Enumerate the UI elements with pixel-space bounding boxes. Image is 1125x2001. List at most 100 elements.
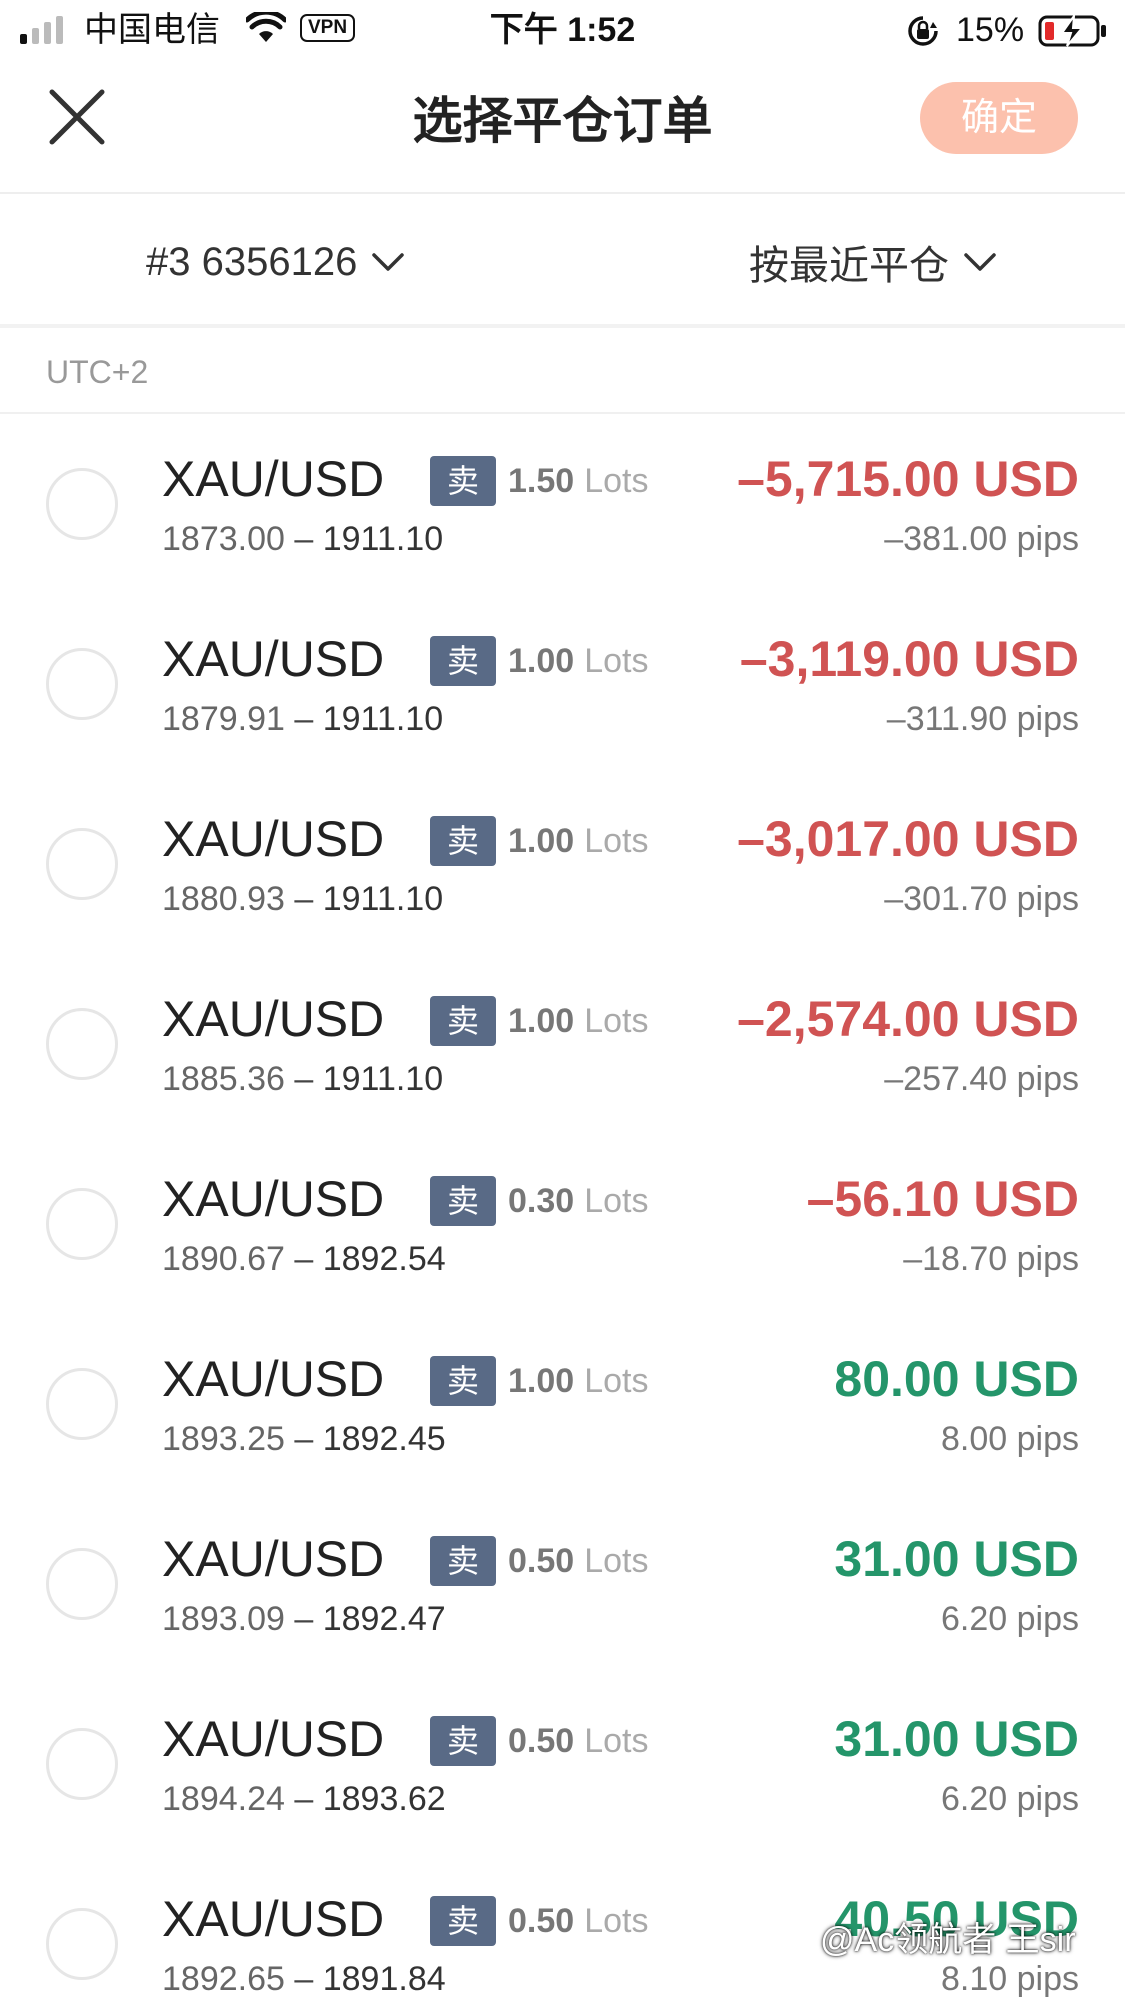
side-badge: 卖 — [430, 456, 496, 506]
profit-loss: 31.00 USD — [834, 1531, 1079, 1587]
lot-unit: Lots — [584, 1542, 649, 1580]
select-radio[interactable] — [46, 648, 118, 720]
close-price: 1892.47 — [322, 1600, 446, 1638]
order-row[interactable]: XAU/USD 卖 0.50 Lots 1893.09 – 1892.47 31.… — [0, 1494, 1125, 1674]
open-price: 1890.67 — [162, 1240, 285, 1278]
open-price: 1873.00 — [162, 520, 285, 558]
pips-value: –301.70 pips — [884, 880, 1079, 918]
open-price: 1879.91 — [162, 700, 285, 738]
profit-loss: 31.00 USD — [834, 1711, 1079, 1767]
select-radio[interactable] — [46, 468, 118, 540]
order-row[interactable]: XAU/USD 卖 1.00 Lots 1880.93 – 1911.10 –3,… — [0, 774, 1125, 954]
close-price: 1911.10 — [322, 1060, 444, 1098]
select-radio[interactable] — [46, 1188, 118, 1260]
side-badge: 卖 — [430, 1716, 496, 1766]
orientation-lock-icon — [908, 16, 938, 46]
side-badge: 卖 — [430, 636, 496, 686]
lot-unit: Lots — [584, 1722, 649, 1760]
pips-value: –257.40 pips — [884, 1060, 1079, 1098]
vpn-badge: VPN — [300, 14, 356, 42]
select-radio[interactable] — [46, 1548, 118, 1620]
watermark: @Ac领航者 王sir — [776, 1918, 1076, 1962]
side-badge: 卖 — [430, 996, 496, 1046]
price-separator: – — [294, 1060, 314, 1098]
order-lots: 0.50 Lots — [508, 1538, 648, 1584]
price-separator: – — [294, 700, 314, 738]
order-lots: 1.00 Lots — [508, 998, 648, 1044]
battery-percent: 15% — [956, 11, 1025, 49]
order-row[interactable]: XAU/USD 卖 1.00 Lots 1893.25 – 1892.45 80.… — [0, 1314, 1125, 1494]
select-radio[interactable] — [46, 1728, 118, 1800]
weibo-logo-icon — [779, 1924, 814, 1955]
lot-unit: Lots — [584, 1002, 649, 1040]
watermark-text: @Ac领航者 王sir — [820, 1921, 1076, 1959]
battery-charging-icon — [1038, 14, 1106, 47]
order-row[interactable]: XAU/USD 卖 1.50 Lots 1873.00 – 1911.10 –5,… — [0, 414, 1125, 594]
price-separator: – — [294, 880, 314, 918]
pips-value: 6.20 pips — [941, 1600, 1079, 1638]
price-separator: – — [294, 1960, 314, 1998]
order-lots: 1.00 Lots — [508, 818, 648, 864]
lot-unit: Lots — [584, 462, 649, 500]
order-prices: 1892.65 – 1891.84 — [162, 1958, 446, 2000]
status-bar: 中国电信 VPN 下午 1:52 15% — [0, 0, 1125, 62]
sort-label: 按最近平仓 — [749, 244, 949, 288]
profit-loss: –3,119.00 USD — [739, 631, 1079, 687]
confirm-button[interactable]: 确定 — [920, 82, 1078, 154]
signal-strength-icon — [20, 16, 63, 44]
open-price: 1893.25 — [162, 1420, 285, 1458]
pips-value: –18.70 pips — [903, 1240, 1079, 1278]
pips-value: 8.00 pips — [941, 1420, 1079, 1458]
profit-loss: –3,017.00 USD — [737, 811, 1079, 867]
price-separator: – — [294, 1600, 314, 1638]
timezone-label: UTC+2 — [46, 354, 149, 390]
lot-size: 1.00 — [508, 642, 575, 680]
pips-value: –311.90 pips — [886, 700, 1079, 738]
order-row[interactable]: XAU/USD 卖 0.30 Lots 1890.67 – 1892.54 –56… — [0, 1134, 1125, 1314]
profit-loss: 80.00 USD — [834, 1351, 1079, 1407]
order-symbol: XAU/USD — [162, 1891, 385, 1947]
chevron-down-icon — [964, 253, 996, 271]
carrier-name: 中国电信 — [84, 11, 220, 49]
order-prices: 1893.25 – 1892.45 — [162, 1418, 446, 1460]
order-row[interactable]: XAU/USD 卖 0.50 Lots 1894.24 – 1893.62 31.… — [0, 1674, 1125, 1854]
sort-selector[interactable]: 按最近平仓 — [749, 234, 997, 290]
close-price: 1911.10 — [322, 520, 444, 558]
wifi-icon — [246, 12, 286, 42]
side-badge: 卖 — [430, 1356, 496, 1406]
select-radio[interactable] — [46, 1908, 118, 1980]
select-radio[interactable] — [46, 1008, 118, 1080]
open-price: 1894.24 — [162, 1780, 285, 1818]
order-lots: 0.50 Lots — [508, 1718, 648, 1764]
chevron-down-icon — [372, 253, 405, 271]
open-price: 1880.93 — [162, 880, 285, 918]
select-radio[interactable] — [46, 1368, 118, 1440]
lot-unit: Lots — [584, 822, 649, 860]
side-badge: 卖 — [430, 1536, 496, 1586]
order-lots: 0.50 Lots — [508, 1898, 648, 1944]
order-lots: 1.00 Lots — [508, 1358, 648, 1404]
order-symbol: XAU/USD — [162, 1171, 385, 1227]
lot-size: 1.00 — [508, 822, 575, 860]
order-row[interactable]: XAU/USD 卖 1.00 Lots 1885.36 – 1911.10 –2,… — [0, 954, 1125, 1134]
order-symbol: XAU/USD — [162, 1711, 385, 1767]
side-badge: 卖 — [430, 816, 496, 866]
order-list: XAU/USD 卖 1.50 Lots 1873.00 – 1911.10 –5,… — [0, 414, 1125, 2001]
order-prices: 1885.36 – 1911.10 — [162, 1058, 443, 1100]
order-prices: 1879.91 – 1911.10 — [162, 698, 443, 740]
filter-bar: #3 6356126 按最近平仓 — [0, 194, 1125, 328]
price-separator: – — [294, 520, 314, 558]
close-icon[interactable] — [46, 86, 108, 148]
close-price: 1892.45 — [322, 1420, 446, 1458]
order-lots: 1.50 Lots — [508, 458, 648, 504]
order-prices: 1894.24 – 1893.62 — [162, 1778, 446, 1820]
select-radio[interactable] — [46, 828, 118, 900]
close-price: 1893.62 — [322, 1780, 446, 1818]
account-selector[interactable]: #3 6356126 — [146, 234, 405, 290]
close-price: 1892.54 — [322, 1240, 446, 1278]
price-separator: – — [294, 1780, 314, 1818]
side-badge: 卖 — [430, 1896, 496, 1946]
close-price: 1891.84 — [322, 1960, 446, 1998]
timezone-header: UTC+2 — [0, 328, 1125, 414]
order-row[interactable]: XAU/USD 卖 1.00 Lots 1879.91 – 1911.10 –3,… — [0, 594, 1125, 774]
